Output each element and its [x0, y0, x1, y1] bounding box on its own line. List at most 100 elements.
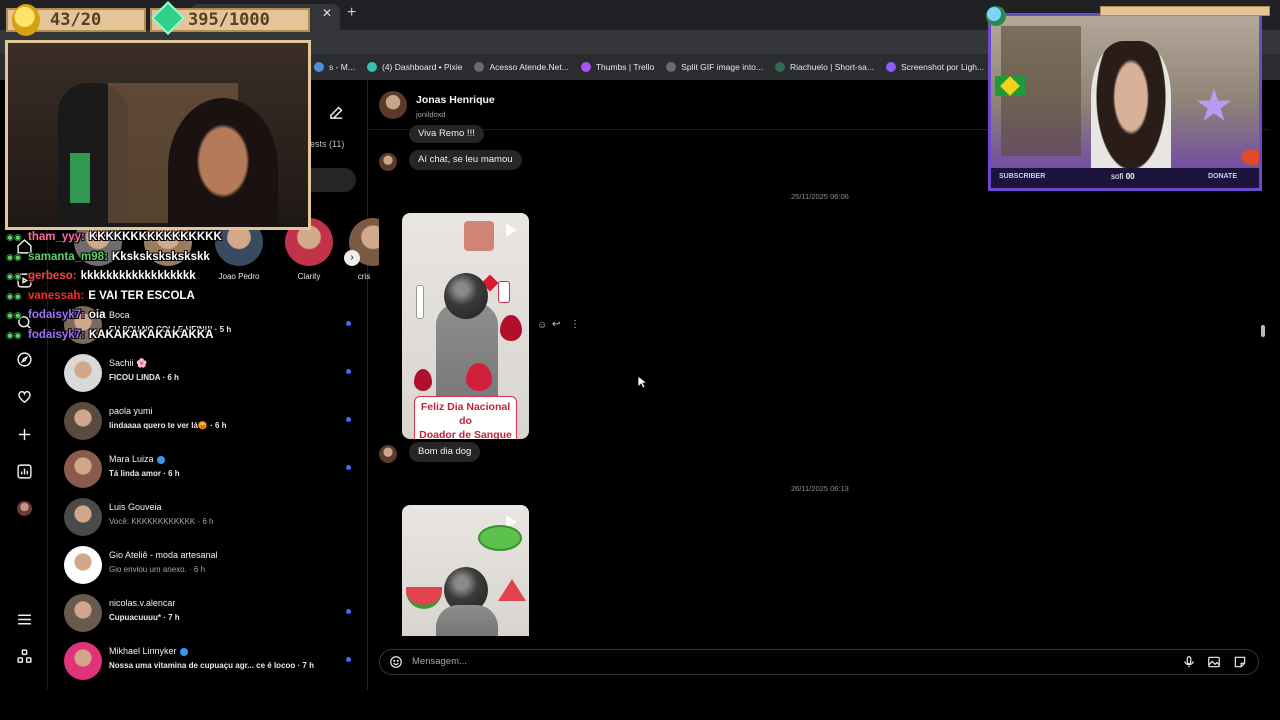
story-share[interactable]: [402, 505, 529, 636]
contact-avatar[interactable]: [379, 91, 407, 119]
conversation-avatar[interactable]: [64, 354, 102, 392]
note-name: Clarity: [297, 272, 321, 281]
new-tab-icon[interactable]: +: [347, 4, 356, 22]
subscriber-tag: SUBSCRIBER: [999, 173, 1046, 180]
reply-icon[interactable]: ↩: [552, 319, 560, 330]
conversation-avatar[interactable]: [64, 402, 102, 440]
message-input[interactable]: [412, 650, 1112, 674]
bookmark-item[interactable]: Riachuelo | Short-sa...: [775, 62, 874, 72]
blood-bag-sticker: [498, 281, 510, 303]
conversation-name: Boca: [109, 310, 130, 320]
conversation-row[interactable]: Mikhael Linnyker Nossa uma vitamina de cu…: [64, 642, 354, 686]
conversation-name-text: Boca: [109, 310, 130, 320]
menu-icon[interactable]: [14, 609, 34, 629]
stream-chat-line: ◉◉ vanessah: E VAI TER ESCOLA: [6, 290, 195, 306]
bookmark-favicon-icon: [580, 62, 591, 72]
message-bubble[interactable]: Bom dia dog: [409, 442, 481, 462]
sender-avatar[interactable]: [379, 153, 397, 171]
message-bubble[interactable]: Aí chat, se leu mamou: [409, 150, 522, 170]
sticker-icon[interactable]: [1233, 655, 1247, 674]
conversation-row[interactable]: Mara Luiza Tá linda amor · 6 h: [64, 450, 354, 494]
heart-icon[interactable]: [14, 386, 34, 406]
conversation-avatar[interactable]: [64, 498, 102, 536]
bookmark-item[interactable]: s - M...: [314, 62, 355, 72]
message-composer[interactable]: [379, 649, 1259, 675]
conversation-row[interactable]: paola yumi lindaaaa quero te ver lá😡 · 6 …: [64, 402, 354, 446]
watermelon-sticker: [498, 579, 526, 601]
profile-avatar[interactable]: [14, 498, 34, 518]
bookmark-favicon-icon: [666, 62, 677, 72]
star-decoration: [1196, 88, 1232, 121]
story-caption: Feliz Dia Nacional do Doador de Sangue: [414, 396, 517, 439]
conversation-row[interactable]: Sachii 🌸 FICOU LINDA · 6 h: [64, 354, 354, 398]
image-icon[interactable]: [1207, 655, 1221, 674]
story-share[interactable]: Feliz Dia Nacional do Doador de Sangue: [402, 213, 529, 439]
conversation-avatar[interactable]: [64, 450, 102, 488]
conversation-preview: Tá linda amor · 6 h: [109, 469, 180, 478]
scrollbar-thumb[interactable]: [1261, 325, 1265, 337]
conversation-avatar[interactable]: [64, 594, 102, 632]
contact-name[interactable]: Jonas Henrique: [416, 94, 495, 106]
tab-close-icon[interactable]: ✕: [322, 6, 332, 20]
unread-dot: [346, 609, 351, 614]
brazil-flag: [995, 76, 1025, 96]
dashboard-icon[interactable]: [14, 461, 34, 481]
bookmark-favicon-icon: [474, 62, 485, 72]
conversation-name: paola yumi: [109, 406, 153, 416]
bookmark-item[interactable]: (4) Dashboard • Pixie: [366, 62, 462, 72]
note-name: Joao Pedro: [218, 272, 260, 281]
conversation-row[interactable]: Luis Gouveia Você: KKKKKKKKKKKK · 6 h: [64, 498, 354, 542]
conversation-preview: lindaaaa quero te ver lá😡 · 6 h: [109, 421, 227, 430]
bookmark-label: Riachuelo | Short-sa...: [790, 62, 874, 72]
stream-chat-line: ◉◉ fodaisyk7: KAKAKAKAKAKAKKA: [6, 329, 213, 345]
sender-avatar[interactable]: [379, 445, 397, 463]
compose-icon[interactable]: [328, 104, 345, 126]
bookmark-item[interactable]: Screenshot por Ligh...: [885, 62, 984, 72]
also-from-meta-icon[interactable]: [14, 646, 34, 666]
bookmark-favicon-icon: [366, 62, 377, 72]
conversation-name: Mara Luiza: [109, 454, 165, 464]
conversation-row[interactable]: Gio Ateliê - moda artesanal Gio enviou um…: [64, 546, 354, 590]
message-bubble[interactable]: Viva Remo !!!: [409, 125, 484, 143]
conversation-preview: Gio enviou um anexo. · 6 h: [109, 565, 206, 574]
conversation-avatar[interactable]: [64, 546, 102, 584]
create-icon[interactable]: [14, 424, 34, 444]
notes-next-icon[interactable]: ›: [344, 250, 360, 266]
date-text: 26/11/2025 06:13: [791, 484, 849, 493]
watermelon-sticker: [406, 587, 442, 609]
conversation-avatar[interactable]: [64, 642, 102, 680]
screen: { "browser": { "bookmarks": [ {"label": …: [0, 0, 1280, 720]
chat-badge-icon: ◉◉: [6, 290, 22, 301]
play-icon: [506, 223, 517, 237]
stream-chat-user: vanessah:: [28, 289, 85, 302]
cam-value: 00: [1125, 172, 1135, 181]
conversation-preview: Cupuacuuuu* · 7 h: [109, 613, 180, 622]
requests-tab[interactable]: ests (11): [310, 139, 344, 149]
emoji-icon[interactable]: [389, 655, 403, 674]
conversation-name-text: Mikhael Linnyker: [109, 646, 177, 656]
stream-chat-line: ◉◉ fodaisyk7: oia: [6, 309, 106, 325]
date-text: 25/11/2025 06:06: [791, 192, 849, 201]
person-figure: [436, 605, 498, 636]
bookmark-item[interactable]: Split GIF image into...: [666, 62, 763, 72]
conversation-name: nicolas.v.alencar: [109, 598, 175, 608]
microphone-icon[interactable]: [1182, 655, 1196, 674]
stream-chat-text: E VAI TER ESCOLA: [88, 289, 195, 302]
stream-chat-line: ◉◉ gerbeso: kkkkkkkkkkkkkkkkkk: [6, 270, 196, 286]
chat-badge-icon: ◉◉: [6, 310, 22, 320]
more-options-icon[interactable]: ⋮: [570, 319, 580, 330]
planet-decoration: [1241, 149, 1259, 165]
conversation-name-text: Gio Ateliê - moda artesanal: [109, 550, 218, 560]
contact-username: jonildoxd: [416, 110, 446, 119]
explore-icon[interactable]: [14, 349, 34, 369]
conversation-row[interactable]: nicolas.v.alencar Cupuacuuuu* · 7 h: [64, 594, 354, 638]
chat-badge-icon: ◉◉: [6, 271, 22, 281]
bookmark-favicon-icon: [314, 62, 324, 72]
stream-chat-text: oia: [88, 309, 106, 321]
bookmark-item[interactable]: Thumbs | Trello: [580, 62, 654, 72]
react-icon[interactable]: ☺: [537, 320, 547, 331]
bookmark-item[interactable]: Acesso Atende.Net...: [474, 62, 569, 72]
sticker-image: [464, 221, 494, 251]
caption-line: Feliz Dia Nacional do: [420, 401, 511, 428]
taskbar-area: [0, 690, 1280, 720]
